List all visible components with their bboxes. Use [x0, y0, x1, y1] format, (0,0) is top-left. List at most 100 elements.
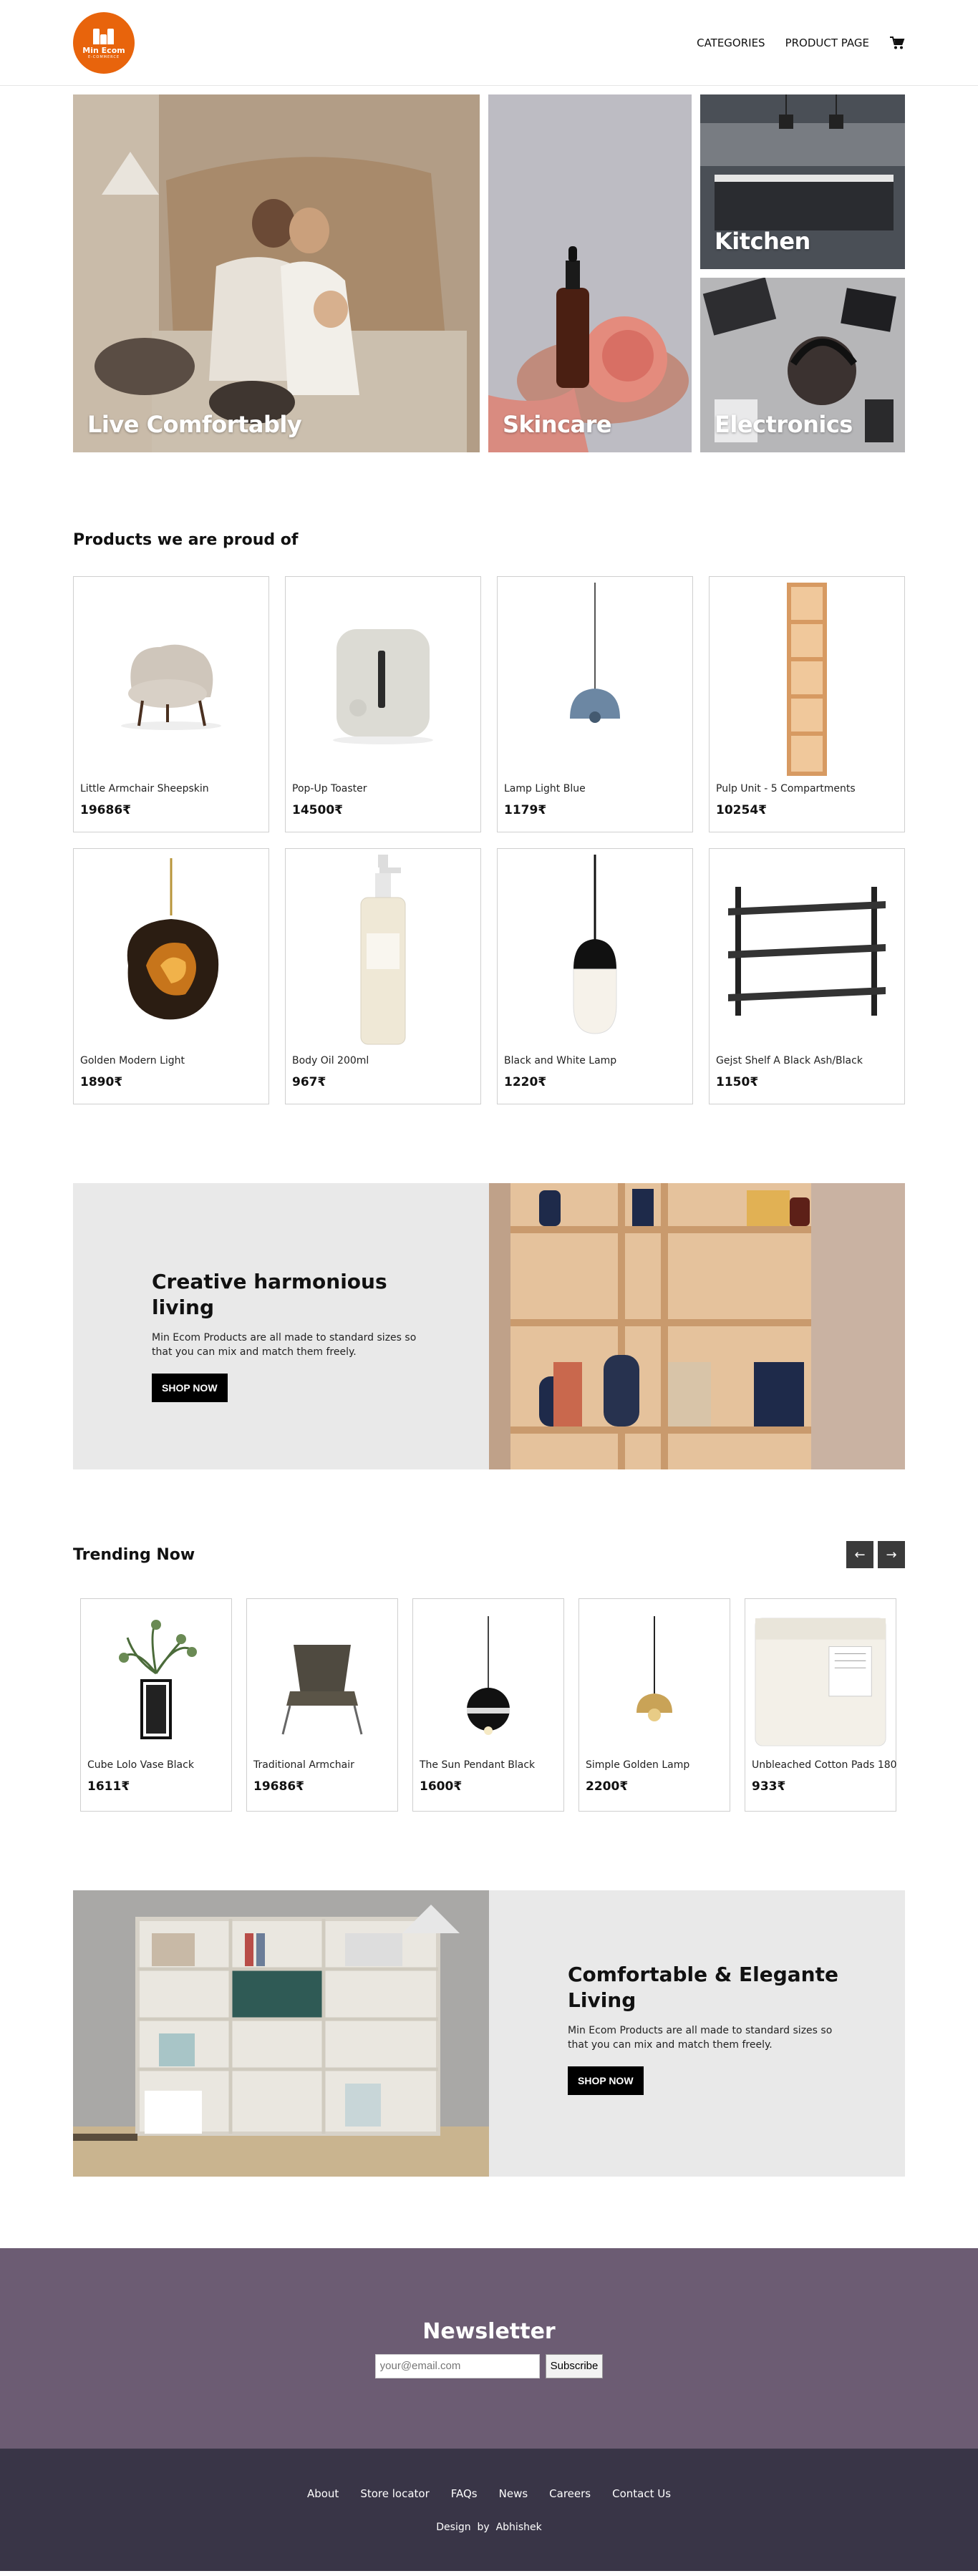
product-card[interactable]: Little Armchair Sheepskin 19686₹	[73, 576, 269, 832]
footer-link-news[interactable]: News	[499, 2487, 528, 2500]
product-price: 1890₹	[80, 1075, 123, 1089]
trending-card[interactable]: Unbleached Cotton Pads 180 933₹	[745, 1598, 897, 1812]
promo-description: Min Ecom Products are all made to standa…	[568, 2025, 833, 2051]
section-title-trending: Trending Now	[73, 1545, 195, 1564]
section-title-proud: Products we are proud of	[73, 531, 299, 549]
product-price: 933₹	[752, 1779, 786, 1794]
tile-kitchen[interactable]: Kitchen	[700, 94, 905, 269]
armchair-icon	[79, 583, 263, 776]
tile-label: Live Comfortably	[87, 411, 302, 438]
brand-logo[interactable]: Min Ecom E-COMMERCE	[73, 12, 135, 74]
newsletter-form: Subscribe	[374, 2353, 604, 2378]
design-credit: Design by Abhishek	[436, 2521, 542, 2533]
product-price: 19686₹	[253, 1779, 304, 1794]
trending-card[interactable]: The Sun Pendant Black 1600₹	[412, 1598, 564, 1812]
product-price: 19686₹	[80, 803, 131, 817]
email-input[interactable]	[374, 2353, 540, 2378]
logo-text: Min Ecom	[82, 46, 125, 55]
product-name: Traditional Armchair	[253, 1759, 354, 1771]
family-sofa-image	[73, 94, 480, 452]
tile-label: Skincare	[503, 411, 612, 438]
nav-categories[interactable]: CATEGORIES	[697, 37, 765, 49]
product-grid: Little Armchair Sheepskin 19686₹ Pop-Up …	[73, 576, 905, 1104]
product-card[interactable]: Body Oil 200ml 967₹	[285, 848, 481, 1104]
site-footer: About Store locator FAQs News Careers Co…	[0, 2449, 978, 2571]
logo-mark-icon	[92, 26, 116, 44]
hero-tiles: Live Comfortably Skincare Kitchen Electr…	[73, 94, 905, 452]
product-name: Pop-Up Toaster	[292, 783, 367, 794]
product-name: Pulp Unit - 5 Compartments	[716, 783, 856, 794]
golden-lamp-icon	[79, 855, 263, 1048]
product-name: The Sun Pendant Black	[420, 1759, 536, 1771]
promo-title: Creative harmonious living	[152, 1270, 387, 1319]
product-name: Unbleached Cotton Pads 180	[752, 1759, 897, 1771]
product-price: 2200₹	[586, 1779, 629, 1794]
promo-text-panel: Comfortable & Elegante Living Min Ecom P…	[489, 1890, 905, 2177]
wall-shelf-icon	[715, 855, 899, 1048]
trending-card[interactable]: Cube Lolo Vase Black 1611₹	[80, 1598, 232, 1812]
subscribe-button[interactable]: Subscribe	[545, 2353, 604, 2378]
main-nav: CATEGORIES PRODUCT PAGE	[697, 36, 905, 50]
shelf-photo	[489, 1183, 905, 1469]
trending-carousel: Cube Lolo Vase Black 1611₹ Traditional A…	[73, 1598, 905, 1812]
skincare-image	[488, 94, 692, 452]
toaster-icon	[291, 583, 475, 776]
bookshelf-image	[73, 1890, 489, 2177]
product-name: Black and White Lamp	[504, 1055, 617, 1066]
bulb-lamp-icon	[503, 855, 687, 1048]
shop-now-button[interactable]: SHOP NOW	[568, 2066, 644, 2095]
newsletter-title: Newsletter	[422, 2318, 556, 2344]
bookshelf-photo	[73, 1890, 489, 2177]
newsletter-section: Newsletter Subscribe	[0, 2248, 978, 2449]
product-price: 1150₹	[716, 1075, 759, 1089]
footer-link-contact-us[interactable]: Contact Us	[612, 2487, 671, 2500]
arrow-right-icon[interactable]: →	[878, 1541, 905, 1568]
tile-live-comfortably[interactable]: Live Comfortably	[73, 94, 480, 452]
armchair-icon	[253, 1605, 392, 1756]
footer-link-about[interactable]: About	[307, 2487, 339, 2500]
product-price: 14500₹	[292, 803, 343, 817]
product-price: 1179₹	[504, 803, 547, 817]
bottle-icon	[291, 855, 475, 1048]
shelf-image	[489, 1183, 905, 1469]
product-card[interactable]: Pulp Unit - 5 Compartments 10254₹	[709, 576, 905, 832]
product-card[interactable]: Lamp Light Blue 1179₹	[497, 576, 693, 832]
footer-link-faqs[interactable]: FAQs	[451, 2487, 478, 2500]
carousel-controls: ← →	[846, 1541, 905, 1568]
cart-icon[interactable]	[889, 36, 905, 50]
footer-link-careers[interactable]: Careers	[549, 2487, 591, 2500]
product-name: Little Armchair Sheepskin	[80, 783, 209, 794]
product-price: 1600₹	[420, 1779, 463, 1794]
footer-link-store-locator[interactable]: Store locator	[360, 2487, 429, 2500]
trending-header: Trending Now ← →	[73, 1541, 905, 1568]
footer-links: About Store locator FAQs News Careers Co…	[307, 2487, 671, 2500]
tile-electronics[interactable]: Electronics	[700, 278, 905, 452]
product-price: 10254₹	[716, 803, 767, 817]
product-card[interactable]: Black and White Lamp 1220₹	[497, 848, 693, 1104]
cotton-pads-icon	[751, 1605, 890, 1756]
product-name: Lamp Light Blue	[504, 783, 586, 794]
arrow-left-icon[interactable]: ←	[846, 1541, 873, 1568]
promo-elegante-living: Comfortable & Elegante Living Min Ecom P…	[73, 1890, 905, 2177]
trending-card[interactable]: Simple Golden Lamp 2200₹	[578, 1598, 730, 1812]
trending-card[interactable]: Traditional Armchair 19686₹	[246, 1598, 398, 1812]
product-card[interactable]: Pop-Up Toaster 14500₹	[285, 576, 481, 832]
product-price: 967₹	[292, 1075, 326, 1089]
pendant-lamp-icon	[503, 583, 687, 776]
site-header: Min Ecom E-COMMERCE CATEGORIES PRODUCT P…	[0, 0, 978, 86]
product-card[interactable]: Golden Modern Light 1890₹	[73, 848, 269, 1104]
product-name: Body Oil 200ml	[292, 1055, 369, 1066]
product-card[interactable]: Gejst Shelf A Black Ash/Black 1150₹	[709, 848, 905, 1104]
tile-label: Kitchen	[715, 228, 810, 255]
product-price: 1611₹	[87, 1779, 130, 1794]
tile-skincare[interactable]: Skincare	[488, 94, 692, 452]
product-name: Simple Golden Lamp	[586, 1759, 690, 1771]
shop-now-button[interactable]: SHOP NOW	[152, 1374, 228, 1402]
product-price: 1220₹	[504, 1075, 547, 1089]
nav-product-page[interactable]: PRODUCT PAGE	[785, 37, 869, 49]
promo-title: Comfortable & Elegante Living	[568, 1963, 838, 2012]
product-name: Gejst Shelf A Black Ash/Black	[716, 1055, 863, 1066]
product-name: Golden Modern Light	[80, 1055, 185, 1066]
pendant-black-icon	[419, 1605, 558, 1756]
logo-subtext: E-COMMERCE	[87, 55, 120, 59]
